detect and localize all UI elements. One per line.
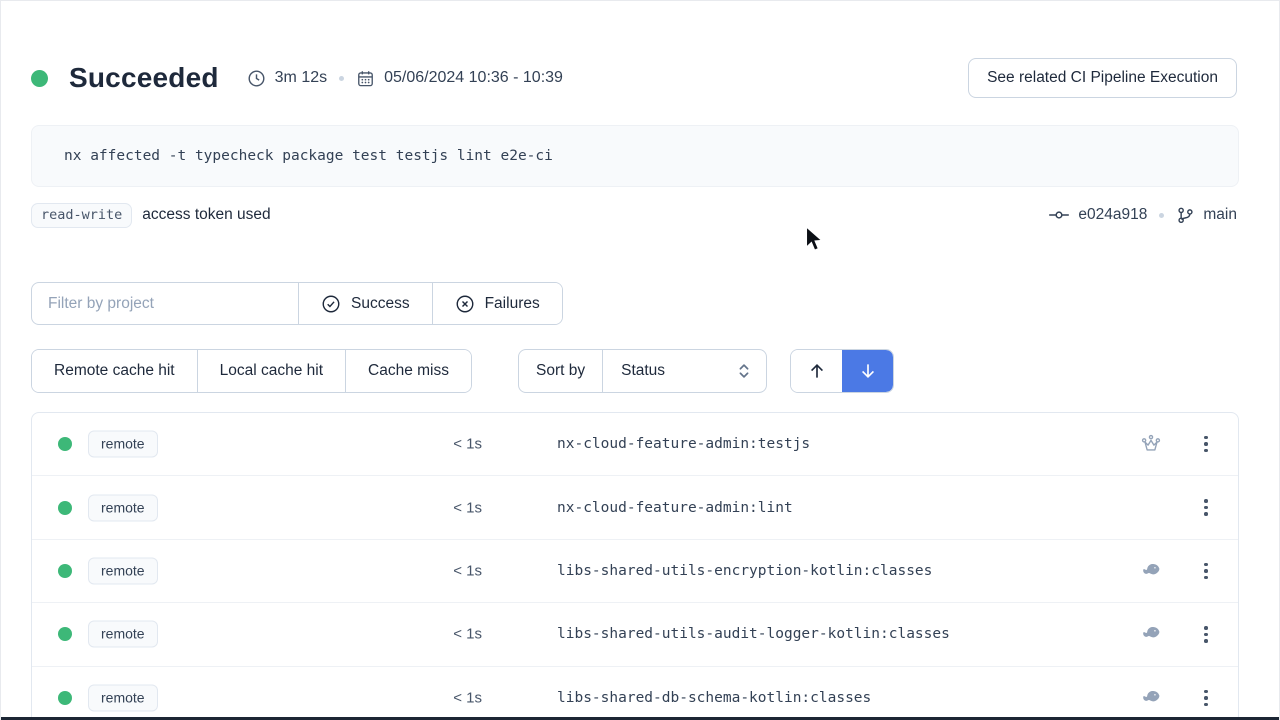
- x-circle-icon: [455, 294, 475, 314]
- task-menu-button[interactable]: [1194, 622, 1218, 646]
- sort-by-label: Sort by: [519, 350, 602, 392]
- local-cache-hit-button[interactable]: Local cache hit: [197, 350, 345, 392]
- task-name[interactable]: libs-shared-utils-encryption-kotlin:clas…: [557, 563, 932, 579]
- gradle-icon: [1131, 559, 1171, 582]
- task-success-dot: [58, 627, 72, 641]
- mouse-cursor: [801, 225, 827, 255]
- commit-sha: e024a918: [1078, 206, 1147, 224]
- run-header: Succeeded 3m 12s 05/06/2024 10:36 - 10:3…: [31, 55, 1237, 101]
- run-command-block: nx affected -t typecheck package test te…: [31, 125, 1239, 187]
- cache-miss-button[interactable]: Cache miss: [345, 350, 471, 392]
- task-menu-button[interactable]: [1194, 559, 1218, 583]
- git-commit-icon: [1048, 206, 1070, 224]
- clock-icon: [247, 69, 266, 88]
- branch-ref[interactable]: main: [1176, 206, 1237, 225]
- filter-success-label: Success: [351, 295, 410, 313]
- task-duration: < 1s: [362, 436, 482, 453]
- cache-source-badge: remote: [88, 557, 158, 584]
- cache-source-badge: remote: [88, 684, 158, 711]
- run-date-range: 05/06/2024 10:36 - 10:39: [356, 69, 563, 88]
- status-success-dot: [31, 70, 48, 87]
- task-success-dot: [58, 437, 72, 451]
- vcs-separator-dot: [1159, 213, 1164, 218]
- task-row[interactable]: remote < 1s libs-shared-utils-audit-logg…: [32, 603, 1238, 666]
- chevron-up-down-icon: [736, 362, 752, 380]
- cache-source-badge: remote: [88, 431, 158, 458]
- run-status-title: Succeeded: [69, 62, 219, 94]
- run-duration-text: 3m 12s: [275, 69, 327, 87]
- task-menu-button[interactable]: [1194, 432, 1218, 456]
- filter-by-project-input[interactable]: [32, 283, 298, 324]
- jest-icon: [1131, 433, 1171, 455]
- task-menu-button[interactable]: [1194, 686, 1218, 710]
- token-row: read-write access token used e024a918 ma…: [31, 199, 1237, 231]
- task-duration: < 1s: [362, 626, 482, 643]
- run-duration: 3m 12s: [247, 69, 327, 88]
- task-success-dot: [58, 564, 72, 578]
- sort-descending-button[interactable]: [842, 350, 893, 392]
- task-row[interactable]: remote < 1s libs-shared-utils-encryption…: [32, 540, 1238, 603]
- arrow-down-icon: [858, 361, 878, 381]
- commit-ref[interactable]: e024a918: [1048, 206, 1147, 224]
- task-success-dot: [58, 691, 72, 705]
- access-token-scope-badge: read-write: [31, 203, 132, 228]
- task-row[interactable]: remote < 1s nx-cloud-feature-admin:lint: [32, 476, 1238, 539]
- task-duration: < 1s: [362, 499, 482, 516]
- task-duration: < 1s: [362, 562, 482, 579]
- filter-success-button[interactable]: Success: [298, 283, 432, 324]
- task-name[interactable]: nx-cloud-feature-admin:testjs: [557, 436, 810, 452]
- cache-source-badge: remote: [88, 621, 158, 648]
- task-name[interactable]: libs-shared-utils-audit-logger-kotlin:cl…: [557, 626, 950, 642]
- cache-source-badge: remote: [88, 494, 158, 521]
- task-success-dot: [58, 501, 72, 515]
- task-list: remote < 1s nx-cloud-feature-admin:testj…: [31, 412, 1239, 720]
- filter-failures-button[interactable]: Failures: [432, 283, 562, 324]
- task-name[interactable]: nx-cloud-feature-admin:lint: [557, 500, 793, 516]
- sort-group: Sort by Status: [518, 349, 767, 393]
- branch-name: main: [1203, 206, 1237, 224]
- sort-ascending-button[interactable]: [791, 350, 842, 392]
- task-menu-button[interactable]: [1194, 496, 1218, 520]
- access-token-text: access token used: [142, 206, 270, 224]
- task-row[interactable]: remote < 1s libs-shared-db-schema-kotlin…: [32, 667, 1238, 720]
- sort-field-value: Status: [621, 362, 665, 380]
- cache-filter-group: Remote cache hit Local cache hit Cache m…: [31, 349, 472, 393]
- filter-toolbar: Success Failures: [31, 282, 563, 325]
- task-row[interactable]: remote < 1s nx-cloud-feature-admin:testj…: [32, 413, 1238, 476]
- gradle-icon: [1131, 686, 1171, 709]
- see-related-pipeline-button[interactable]: See related CI Pipeline Execution: [968, 58, 1237, 98]
- meta-separator-dot: [339, 76, 344, 81]
- run-detail-page: Succeeded 3m 12s 05/06/2024 10:36 - 10:3…: [0, 0, 1280, 720]
- sort-field-select[interactable]: Status: [602, 350, 766, 392]
- arrow-up-icon: [807, 361, 827, 381]
- check-circle-icon: [321, 294, 341, 314]
- remote-cache-hit-button[interactable]: Remote cache hit: [32, 350, 197, 392]
- calendar-icon: [356, 69, 375, 88]
- task-duration: < 1s: [362, 689, 482, 706]
- task-name[interactable]: libs-shared-db-schema-kotlin:classes: [557, 690, 871, 706]
- sort-direction-group: [790, 349, 894, 393]
- gradle-icon: [1131, 623, 1171, 646]
- git-branch-icon: [1176, 206, 1195, 225]
- filter-failures-label: Failures: [485, 295, 540, 313]
- run-date-range-text: 05/06/2024 10:36 - 10:39: [384, 69, 563, 87]
